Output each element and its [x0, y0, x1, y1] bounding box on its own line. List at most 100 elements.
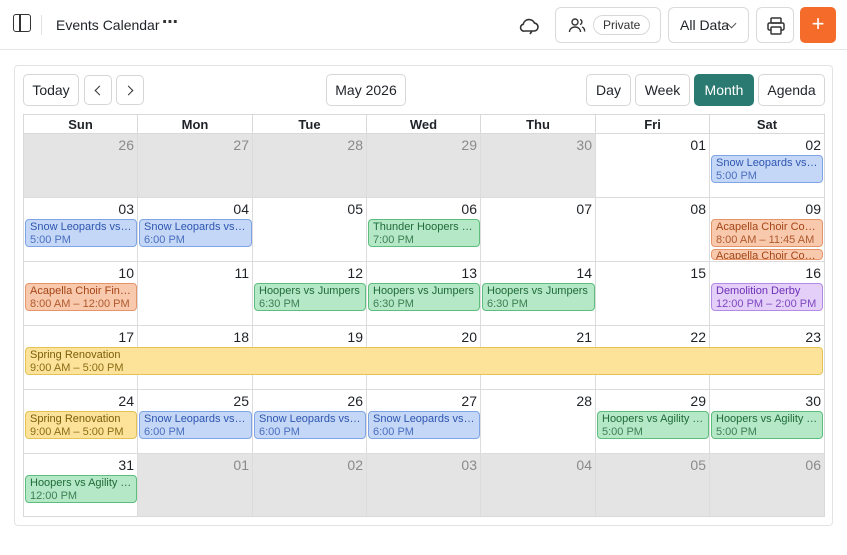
more-options-icon[interactable]: ⋯	[162, 12, 178, 32]
calendar-event[interactable]: Hoopers vs Jumpers 6:30 PM	[254, 283, 366, 311]
day-number[interactable]: 18	[233, 329, 249, 345]
day-number[interactable]: 17	[118, 329, 134, 345]
day-cell[interactable]: 27	[138, 134, 253, 198]
month-grid: Sun Mon Tue Wed Thu Fri Sat 26 27 28 29 30 01 02 03 04 0…	[23, 114, 825, 517]
previous-month-button[interactable]	[84, 75, 112, 105]
day-number[interactable]: 06	[461, 201, 477, 217]
calendar-event[interactable]: Hoopers vs Jumpers 6:30 PM	[482, 283, 595, 311]
sharing-button[interactable]: Private	[555, 7, 661, 43]
calendar-event[interactable]: Acapella Choir Competition8:00 AM – 11:4…	[711, 219, 823, 247]
day-number[interactable]: 27	[233, 137, 249, 153]
print-button[interactable]	[756, 7, 794, 43]
day-cell[interactable]: 30	[481, 134, 596, 198]
calendar-event[interactable]: Spring Renovation 9:00 AM – 5:00 PM	[25, 347, 823, 375]
calendar-event[interactable]: Acapella Choir Competition	[711, 249, 823, 260]
day-cell[interactable]: 29	[367, 134, 481, 198]
view-agenda-button[interactable]: Agenda	[758, 74, 825, 106]
day-cell[interactable]: 08	[596, 198, 710, 262]
calendar-event[interactable]: Hoopers vs Agility Team5:00 PM	[597, 411, 709, 439]
day-number[interactable]: 02	[347, 457, 363, 473]
day-number[interactable]: 30	[576, 137, 592, 153]
day-cell[interactable]: 02	[253, 454, 367, 516]
day-number[interactable]: 27	[461, 393, 477, 409]
calendar-event[interactable]: Snow Leopards vs. Lions6:00 PM	[139, 219, 252, 247]
day-number[interactable]: 07	[576, 201, 592, 217]
day-number[interactable]: 05	[690, 457, 706, 473]
day-number[interactable]: 06	[805, 457, 821, 473]
day-number[interactable]: 30	[805, 393, 821, 409]
day-number[interactable]: 19	[347, 329, 363, 345]
day-number[interactable]: 04	[576, 457, 592, 473]
day-cell[interactable]: 04	[481, 454, 596, 516]
event-time: 8:00 AM – 11:45 AM	[716, 234, 815, 246]
calendar-event[interactable]: Demolition Derby 12:00 PM – 2:00 PM	[711, 283, 823, 311]
calendar-event[interactable]: Hoopers vs Agility Team12:00 PM	[25, 475, 137, 503]
day-number[interactable]: 23	[805, 329, 821, 345]
sidebar-toggle-icon[interactable]	[13, 14, 31, 32]
private-badge: Private	[593, 15, 651, 35]
day-number[interactable]: 28	[347, 137, 363, 153]
day-number[interactable]: 01	[690, 137, 706, 153]
day-number[interactable]: 13	[461, 265, 477, 281]
day-cell[interactable]: 26	[24, 134, 138, 198]
current-month-label[interactable]: May 2026	[326, 74, 406, 106]
day-number[interactable]: 03	[118, 201, 134, 217]
day-cell[interactable]: 11	[138, 262, 253, 326]
day-number[interactable]: 26	[118, 137, 134, 153]
day-number[interactable]: 15	[690, 265, 706, 281]
day-number[interactable]: 28	[576, 393, 592, 409]
calendar-event[interactable]: Hoopers vs Agility Team5:00 PM	[711, 411, 823, 439]
day-number[interactable]: 11	[234, 265, 249, 281]
day-cell[interactable]: 15	[596, 262, 710, 326]
day-cell[interactable]: 06	[710, 454, 824, 516]
calendar-event[interactable]: Snow Leopards vs. Lions6:00 PM	[368, 411, 480, 439]
calendar-event[interactable]: Spring Renovation 9:00 AM – 5:00 PM	[25, 411, 137, 439]
day-cell[interactable]: 05	[596, 454, 710, 516]
day-cell[interactable]: 03	[367, 454, 481, 516]
calendar-event[interactable]: Hoopers vs Jumpers 6:30 PM	[368, 283, 480, 311]
day-cell[interactable]: 01	[596, 134, 710, 198]
day-number[interactable]: 12	[347, 265, 363, 281]
day-number[interactable]: 25	[233, 393, 249, 409]
day-number[interactable]: 22	[690, 329, 706, 345]
day-number[interactable]: 01	[233, 457, 249, 473]
weekday-header-wed: Wed	[367, 115, 481, 134]
day-cell[interactable]: 05	[253, 198, 367, 262]
day-number[interactable]: 14	[576, 265, 592, 281]
view-week-button[interactable]: Week	[635, 74, 690, 106]
day-number[interactable]: 04	[233, 201, 249, 217]
day-number[interactable]: 16	[805, 265, 821, 281]
view-month-button[interactable]: Month	[694, 74, 754, 106]
calendar-event[interactable]: Snow Leopards vs. Lions6:00 PM	[254, 411, 366, 439]
day-number[interactable]: 29	[461, 137, 477, 153]
day-number[interactable]: 02	[805, 137, 821, 153]
event-time: 9:00 AM – 5:00 PM	[30, 426, 124, 438]
next-month-button[interactable]	[116, 75, 144, 105]
day-number[interactable]: 08	[690, 201, 706, 217]
day-number[interactable]: 10	[118, 265, 134, 281]
calendar-event[interactable]: Snow Leopards vs. Lions5:00 PM	[25, 219, 137, 247]
calendar-event[interactable]: Snow Leopards vs. Lions5:00 PM	[711, 155, 823, 183]
day-number[interactable]: 29	[690, 393, 706, 409]
calendar-event[interactable]: Thunder Hoopers vs. Jumpers7:00 PM	[368, 219, 480, 247]
day-number[interactable]: 24	[118, 393, 134, 409]
day-number[interactable]: 26	[347, 393, 363, 409]
day-number[interactable]: 21	[576, 329, 592, 345]
event-time: 6:00 PM	[259, 426, 300, 438]
calendar-event[interactable]: Acapella Choir Finals 8:00 AM – 12:00 PM	[25, 283, 137, 311]
day-number[interactable]: 05	[347, 201, 363, 217]
view-day-button[interactable]: Day	[586, 74, 631, 106]
day-number[interactable]: 20	[461, 329, 477, 345]
cloud-sync-icon[interactable]	[518, 13, 542, 37]
today-button[interactable]: Today	[23, 74, 79, 106]
add-event-button[interactable]: +	[800, 7, 836, 43]
calendar-event[interactable]: Snow Leopards vs. Lions6:00 PM	[139, 411, 252, 439]
day-cell[interactable]: 07	[481, 198, 596, 262]
day-cell[interactable]: 28	[481, 390, 596, 454]
day-number[interactable]: 03	[461, 457, 477, 473]
day-cell[interactable]: 28	[253, 134, 367, 198]
day-number[interactable]: 09	[805, 201, 821, 217]
day-cell[interactable]: 01	[138, 454, 253, 516]
day-number[interactable]: 31	[118, 457, 134, 473]
data-filter-dropdown[interactable]: All Data	[668, 7, 749, 43]
